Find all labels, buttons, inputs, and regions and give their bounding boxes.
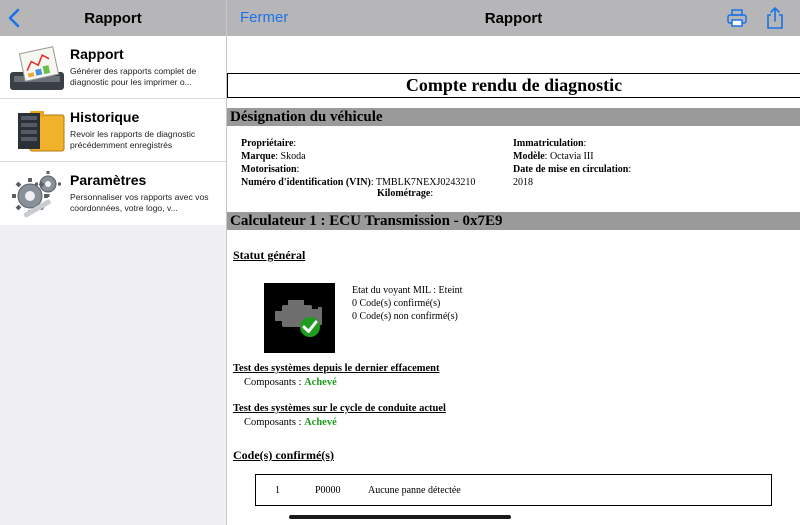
- plate-label: Immatriculation: [513, 138, 584, 149]
- make-value: Skoda: [280, 151, 306, 162]
- test-drive-cycle-label: Composants :: [244, 417, 302, 428]
- engine-label: Motorisation: [241, 164, 297, 175]
- unconfirmed-count: 0 Code(s) non confirmé(s): [352, 311, 458, 322]
- sidebar-item-rapport[interactable]: Rapport Générer des rapports complet de …: [0, 36, 226, 99]
- sidebar-item-parametres[interactable]: Paramètres Personnaliser vos rapports av…: [0, 162, 226, 225]
- vin-value: TMBLK7NEXJ0243210: [375, 177, 476, 188]
- sidebar-item-desc: Générer des rapports complet de diagnost…: [70, 66, 197, 87]
- code-index: 1: [275, 485, 280, 496]
- sidebar-nav-bar: Rapport: [0, 0, 226, 36]
- report-nav-title: Rapport: [484, 9, 543, 27]
- close-button[interactable]: Fermer: [240, 9, 288, 26]
- test-drive-cycle-row: Composants : Achevé: [244, 417, 337, 428]
- sidebar-item-historique[interactable]: Historique Revoir les rapports de diagno…: [0, 99, 226, 162]
- test-since-clear-heading: Test des systèmes depuis le dernier effa…: [233, 363, 440, 374]
- report-pane: Fermer Rapport Compte rendu de diagnosti…: [227, 0, 800, 525]
- home-indicator[interactable]: [289, 515, 511, 519]
- confirmed-count: 0 Code(s) confirmé(s): [352, 298, 441, 309]
- sidebar-menu: Rapport Générer des rapports complet de …: [0, 36, 226, 225]
- owner-label: Propriétaire: [241, 138, 294, 149]
- confirmed-codes-table: 1 P0000 Aucune panne détectée: [255, 474, 772, 506]
- code-id: P0000: [315, 485, 341, 496]
- ecu-section-header: Calculateur 1 : ECU Transmission - 0x7E9: [227, 212, 800, 230]
- settings-gears-icon: [0, 162, 70, 225]
- engine-check-icon: [264, 283, 335, 353]
- make-label: Marque: [241, 151, 276, 162]
- vehicle-details-right: Immatriculation: Modèle: Octavia III Dat…: [513, 138, 632, 188]
- history-folder-icon: [0, 99, 70, 162]
- confirmed-codes-heading: Code(s) confirmé(s): [233, 448, 334, 462]
- sidebar: Rapport Rapport Générer des rapports com…: [0, 0, 227, 525]
- test-drive-cycle-value: Achevé: [304, 417, 337, 428]
- back-chevron-icon[interactable]: [4, 7, 26, 29]
- test-since-clear-value: Achevé: [304, 377, 337, 388]
- vehicle-details-left: Propriétaire: Marque: Skoda Motorisation…: [241, 138, 476, 188]
- vehicle-section-header: Désignation du véhicule: [227, 108, 800, 126]
- mil-status-block: Etat du voyant MIL : Eteint 0 Code(s) co…: [352, 284, 462, 323]
- vin-label: Numéro d'identification (VIN): [241, 177, 371, 188]
- test-drive-cycle-heading: Test des systèmes sur le cycle de condui…: [233, 403, 446, 414]
- model-value: Octavia III: [549, 151, 594, 162]
- test-since-clear-label: Composants :: [244, 377, 302, 388]
- sidebar-title: Rapport: [84, 9, 142, 27]
- date-label: Date de mise en circulation: [513, 164, 629, 175]
- model-label: Modèle: [513, 151, 545, 162]
- print-icon[interactable]: [727, 9, 747, 27]
- test-since-clear-row: Composants : Achevé: [244, 377, 337, 388]
- km-row: Kilométrage:: [377, 188, 434, 199]
- sidebar-item-desc: Revoir les rapports de diagnostic précéd…: [70, 129, 196, 150]
- report-printer-icon: [0, 36, 70, 99]
- sidebar-item-title: Historique: [70, 109, 140, 125]
- share-icon[interactable]: [765, 6, 785, 30]
- code-desc: Aucune panne détectée: [368, 485, 461, 496]
- date-value: 2018: [513, 177, 533, 188]
- report-title: Compte rendu de diagnostic: [227, 73, 800, 98]
- sidebar-item-desc: Personnaliser vos rapports avec vos coor…: [70, 192, 209, 213]
- report-nav-bar: Fermer Rapport: [227, 0, 800, 36]
- mil-status: Etat du voyant MIL : Eteint: [352, 285, 463, 296]
- sidebar-item-title: Paramètres: [70, 172, 147, 188]
- status-heading: Statut général: [233, 248, 306, 262]
- sidebar-item-title: Rapport: [70, 46, 124, 62]
- km-label: Kilométrage: [377, 188, 431, 199]
